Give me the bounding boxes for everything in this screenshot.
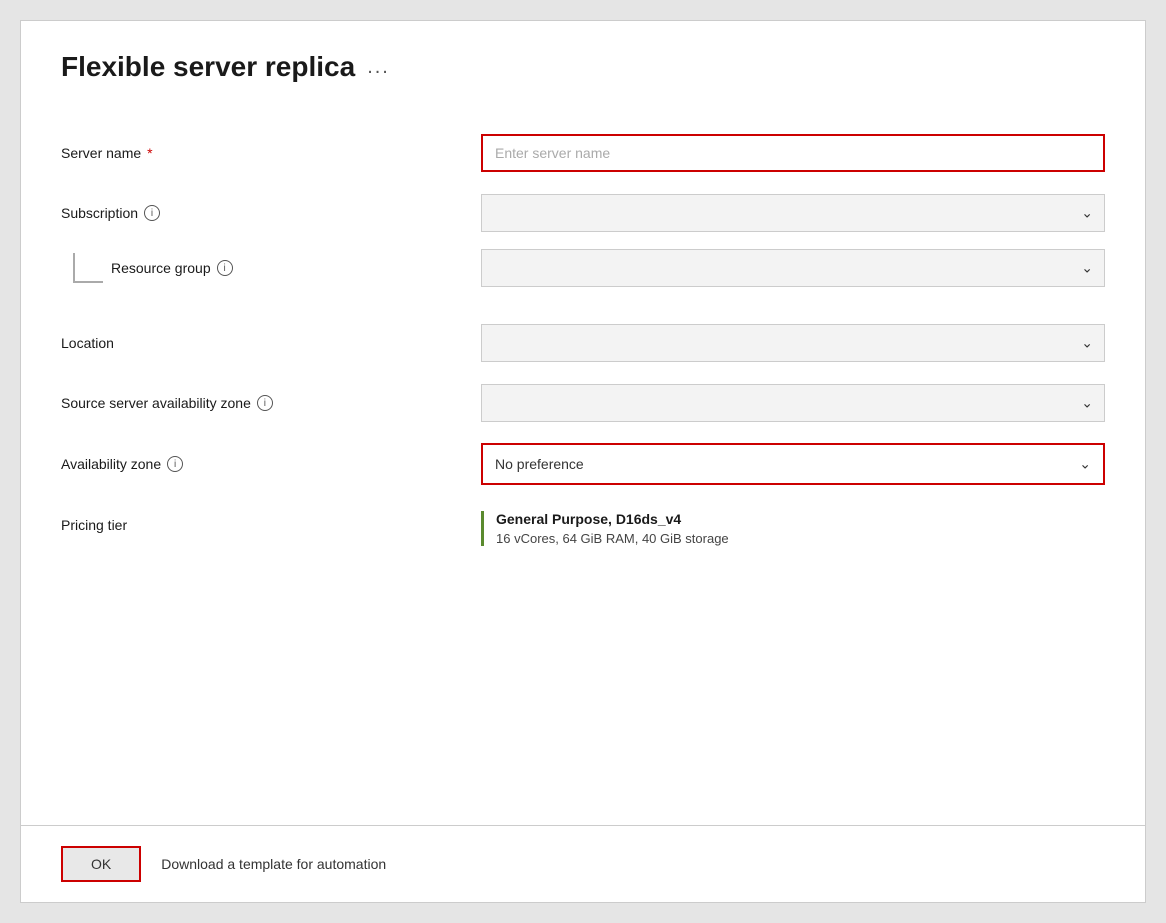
availability-zone-select[interactable]: No preference 1 2 3 <box>483 445 1103 483</box>
availability-zone-row: Availability zone i No preference 1 2 3 … <box>61 433 1105 495</box>
subscription-row: Subscription i ⌄ <box>61 183 1105 243</box>
availability-zone-info-icon[interactable]: i <box>167 456 183 472</box>
availability-zone-label: Availability zone i <box>61 456 481 472</box>
pricing-tier-info: General Purpose, D16ds_v4 16 vCores, 64 … <box>481 511 1105 546</box>
availability-zone-select-wrapper: No preference 1 2 3 ⌄ <box>481 443 1105 485</box>
availability-zone-control: No preference 1 2 3 ⌄ <box>481 443 1105 485</box>
subscription-control: ⌄ <box>481 194 1105 232</box>
resource-group-row: Resource group i ⌄ <box>61 243 1105 303</box>
server-name-required: * <box>147 145 152 161</box>
pricing-tier-control: General Purpose, D16ds_v4 16 vCores, 64 … <box>481 511 1105 546</box>
resource-group-control: ⌄ <box>481 249 1105 287</box>
title-row: Flexible server replica ... <box>61 51 1105 83</box>
template-link[interactable]: Download a template for automation <box>161 856 386 872</box>
subscription-select[interactable] <box>481 194 1105 232</box>
server-name-input[interactable] <box>481 134 1105 172</box>
form-section: Server name * Subscription i <box>61 123 1105 556</box>
subscription-label: Subscription i <box>61 205 481 221</box>
source-availability-zone-row: Source server availability zone i ⌄ <box>61 373 1105 433</box>
subscription-info-icon[interactable]: i <box>144 205 160 221</box>
location-label: Location <box>61 335 481 351</box>
pricing-tier-title: General Purpose, D16ds_v4 <box>496 511 1105 527</box>
source-availability-zone-label: Source server availability zone i <box>61 395 481 411</box>
location-select[interactable] <box>481 324 1105 362</box>
subscription-select-wrapper: ⌄ <box>481 194 1105 232</box>
server-name-control <box>481 134 1105 172</box>
source-availability-zone-select-wrapper: ⌄ <box>481 384 1105 422</box>
flexible-server-replica-dialog: Flexible server replica ... Server name … <box>20 20 1146 903</box>
location-select-wrapper: ⌄ <box>481 324 1105 362</box>
location-control: ⌄ <box>481 324 1105 362</box>
resource-group-label: Resource group i <box>61 253 481 283</box>
resource-group-select[interactable] <box>481 249 1105 287</box>
pricing-tier-row: Pricing tier General Purpose, D16ds_v4 1… <box>61 495 1105 556</box>
pricing-tier-detail: 16 vCores, 64 GiB RAM, 40 GiB storage <box>496 531 1105 546</box>
pricing-tier-label: Pricing tier <box>61 511 481 533</box>
server-name-label: Server name * <box>61 145 481 161</box>
dialog-title: Flexible server replica <box>61 51 355 83</box>
ok-button[interactable]: OK <box>61 846 141 882</box>
source-availability-zone-info-icon[interactable]: i <box>257 395 273 411</box>
source-availability-zone-control: ⌄ <box>481 384 1105 422</box>
dialog-body: Flexible server replica ... Server name … <box>21 21 1145 825</box>
title-more-icon[interactable]: ... <box>367 56 390 79</box>
server-name-row: Server name * <box>61 123 1105 183</box>
source-availability-zone-select[interactable] <box>481 384 1105 422</box>
resource-group-info-icon[interactable]: i <box>217 260 233 276</box>
location-row: Location ⌄ <box>61 313 1105 373</box>
resource-group-select-wrapper: ⌄ <box>481 249 1105 287</box>
dialog-footer: OK Download a template for automation <box>21 825 1145 902</box>
